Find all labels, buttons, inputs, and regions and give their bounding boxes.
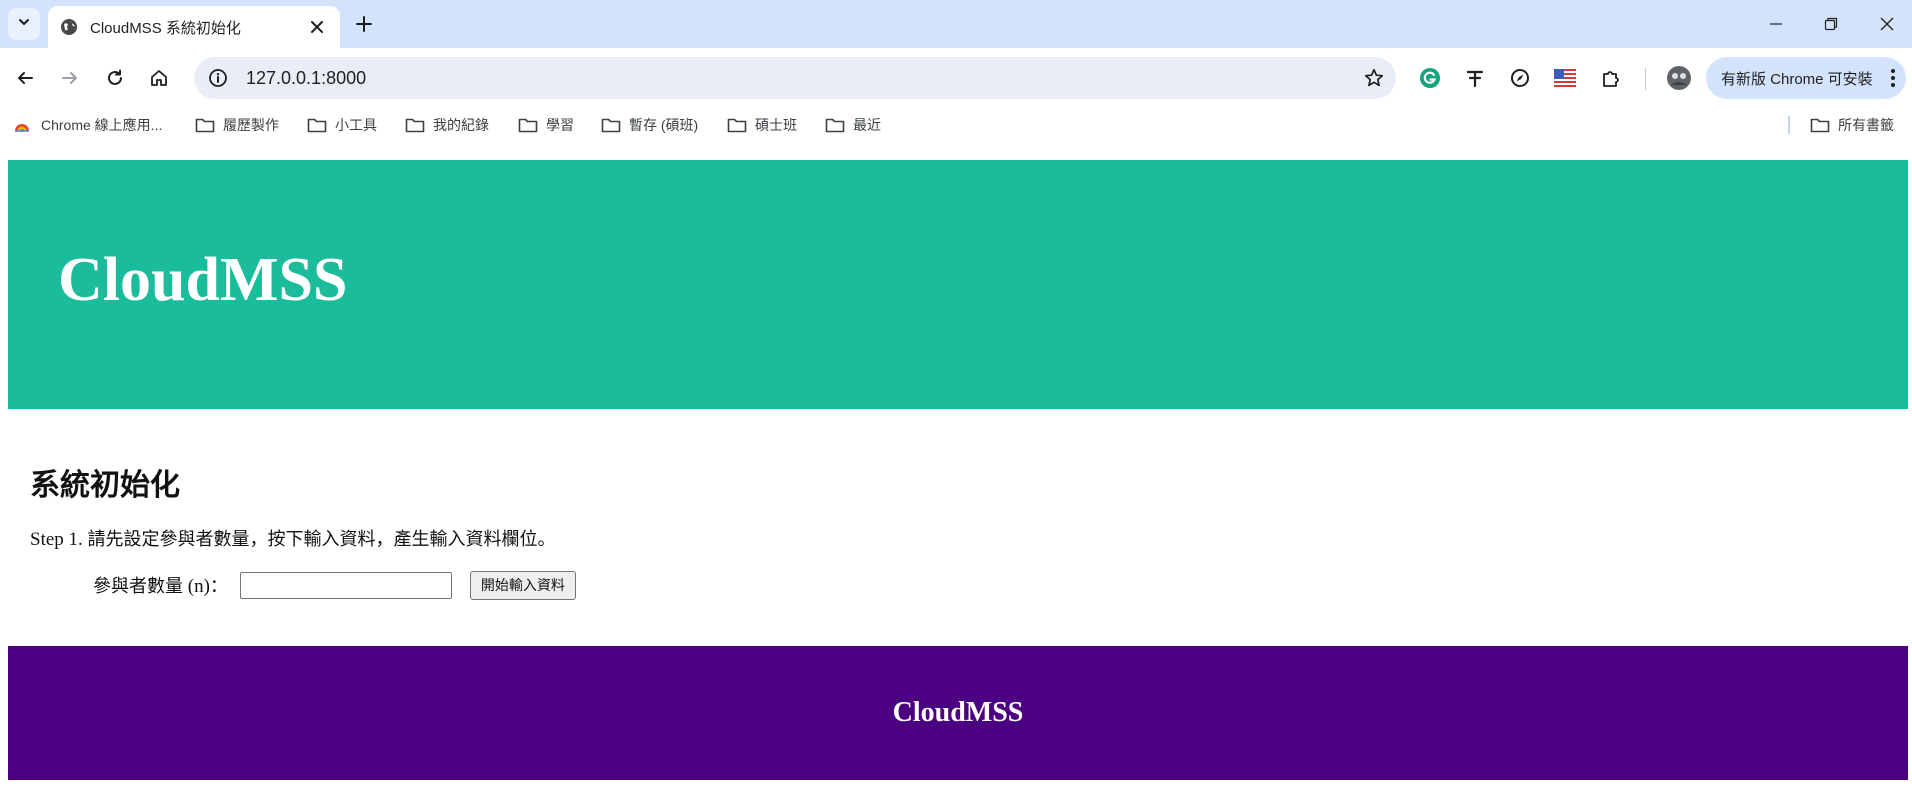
- folder-icon: [307, 117, 327, 133]
- restore-button[interactable]: [1813, 8, 1849, 40]
- flag-extension-icon[interactable]: [1549, 62, 1581, 94]
- folder-icon: [195, 117, 215, 133]
- bookmark-folder-tools[interactable]: 小工具: [307, 112, 377, 138]
- bookmark-label: 我的紀錄: [433, 117, 489, 133]
- participant-count-input[interactable]: [239, 571, 452, 599]
- label-cjk: 參與者數量: [93, 576, 183, 597]
- close-tab-icon[interactable]: [306, 16, 328, 38]
- participant-form: 參與者數量 (n)： 開始輸入資料: [93, 570, 576, 600]
- footer-title: CloudMSS: [892, 697, 1024, 728]
- kebab-menu-icon[interactable]: [1880, 68, 1906, 88]
- site-info-icon[interactable]: [194, 57, 234, 99]
- label-colon: ：: [209, 576, 228, 597]
- start-input-button[interactable]: 開始輸入資料: [469, 570, 576, 600]
- page-title: 系統初始化: [30, 468, 180, 503]
- folder-icon: [601, 117, 621, 133]
- folder-icon: [518, 117, 538, 133]
- folder-icon: [1810, 117, 1830, 133]
- home-button[interactable]: [141, 60, 177, 96]
- compass-extension-icon[interactable]: [1504, 62, 1536, 94]
- bookmarks-bar: Chrome 線上應用... 履歷製作 小工具 我的紀錄 學習 暫存 (碩班): [0, 108, 1912, 142]
- tab-title: CloudMSS 系統初始化: [90, 19, 241, 37]
- minimize-button[interactable]: [1758, 8, 1794, 40]
- bookmark-label: 小工具: [335, 117, 377, 133]
- bookmark-label: Chrome 線上應用...: [41, 117, 163, 133]
- header-title: CloudMSS: [58, 246, 348, 314]
- globe-icon: [60, 18, 78, 36]
- close-window-button[interactable]: [1869, 8, 1905, 40]
- bookmark-folder-resume[interactable]: 履歷製作: [195, 112, 279, 138]
- folder-icon: [825, 117, 845, 133]
- bookmark-label: 最近: [853, 117, 881, 133]
- active-tab[interactable]: CloudMSS 系統初始化: [48, 6, 340, 48]
- participant-count-label: 參與者數量 (n)：: [93, 572, 228, 598]
- reload-button[interactable]: [97, 60, 133, 96]
- bookmark-star-icon[interactable]: [1352, 57, 1396, 99]
- bookmark-label: 所有書籤: [1838, 117, 1894, 133]
- page-header: CloudMSS: [8, 160, 1908, 409]
- home-icon: [151, 70, 167, 86]
- profile-avatar[interactable]: [1663, 62, 1695, 94]
- bookmark-label: 履歷製作: [223, 117, 279, 133]
- chrome-update-button[interactable]: 有新版 Chrome 可安裝: [1706, 57, 1906, 99]
- bookmark-label: 學習: [546, 117, 574, 133]
- bookmark-folder-records[interactable]: 我的紀錄: [405, 112, 489, 138]
- translate-extension-icon[interactable]: [1459, 62, 1491, 94]
- arrow-left-icon: [18, 72, 33, 84]
- bookmark-chrome-webstore[interactable]: Chrome 線上應用...: [13, 112, 162, 138]
- restore-icon: [1824, 17, 1838, 31]
- bookmarks-separator: [1788, 116, 1790, 134]
- url-text[interactable]: 127.0.0.1:8000: [246, 68, 1352, 89]
- bookmark-folder-temp[interactable]: 暫存 (碩班): [601, 112, 698, 138]
- bookmark-label: 暫存 (碩班): [629, 117, 699, 133]
- arrow-right-icon: [62, 72, 77, 84]
- new-tab-button[interactable]: [350, 10, 378, 38]
- minimize-icon: [1770, 23, 1782, 25]
- tab-search-button[interactable]: [8, 8, 40, 40]
- all-bookmarks-button[interactable]: 所有書籤: [1810, 112, 1894, 138]
- address-bar[interactable]: 127.0.0.1:8000: [194, 57, 1396, 99]
- close-icon: [1880, 17, 1894, 31]
- grammarly-extension-icon[interactable]: [1414, 62, 1446, 94]
- bookmark-folder-masters[interactable]: 碩士班: [727, 112, 797, 138]
- bookmark-folder-recent[interactable]: 最近: [825, 112, 881, 138]
- chevron-down-icon: [17, 15, 31, 34]
- browser-toolbar: 127.0.0.1:8000 有新版 Chrome 可安裝: [0, 48, 1912, 108]
- puzzle-extensions-icon[interactable]: [1595, 62, 1627, 94]
- reload-icon: [108, 69, 122, 85]
- toolbar-separator: [1645, 68, 1646, 90]
- update-label: 有新版 Chrome 可安裝: [1721, 70, 1873, 88]
- plus-icon: [356, 16, 372, 32]
- bookmark-label: 碩士班: [755, 117, 797, 133]
- tab-strip: CloudMSS 系統初始化: [0, 0, 1912, 48]
- bookmark-folder-learning[interactable]: 學習: [518, 112, 574, 138]
- step1-prefix: Step 1.: [30, 529, 88, 550]
- back-button[interactable]: [7, 60, 43, 96]
- folder-icon: [727, 117, 747, 133]
- chrome-webstore-icon: [13, 117, 33, 133]
- step1-text: 請先設定參與者數量，按下輸入資料，產生輸入資料欄位。: [87, 529, 556, 550]
- label-var: (n): [183, 576, 210, 597]
- forward-button[interactable]: [52, 60, 88, 96]
- step1-instruction: Step 1. 請先設定參與者數量，按下輸入資料，產生輸入資料欄位。: [30, 525, 556, 551]
- page-footer: CloudMSS: [8, 646, 1908, 780]
- folder-icon: [405, 117, 425, 133]
